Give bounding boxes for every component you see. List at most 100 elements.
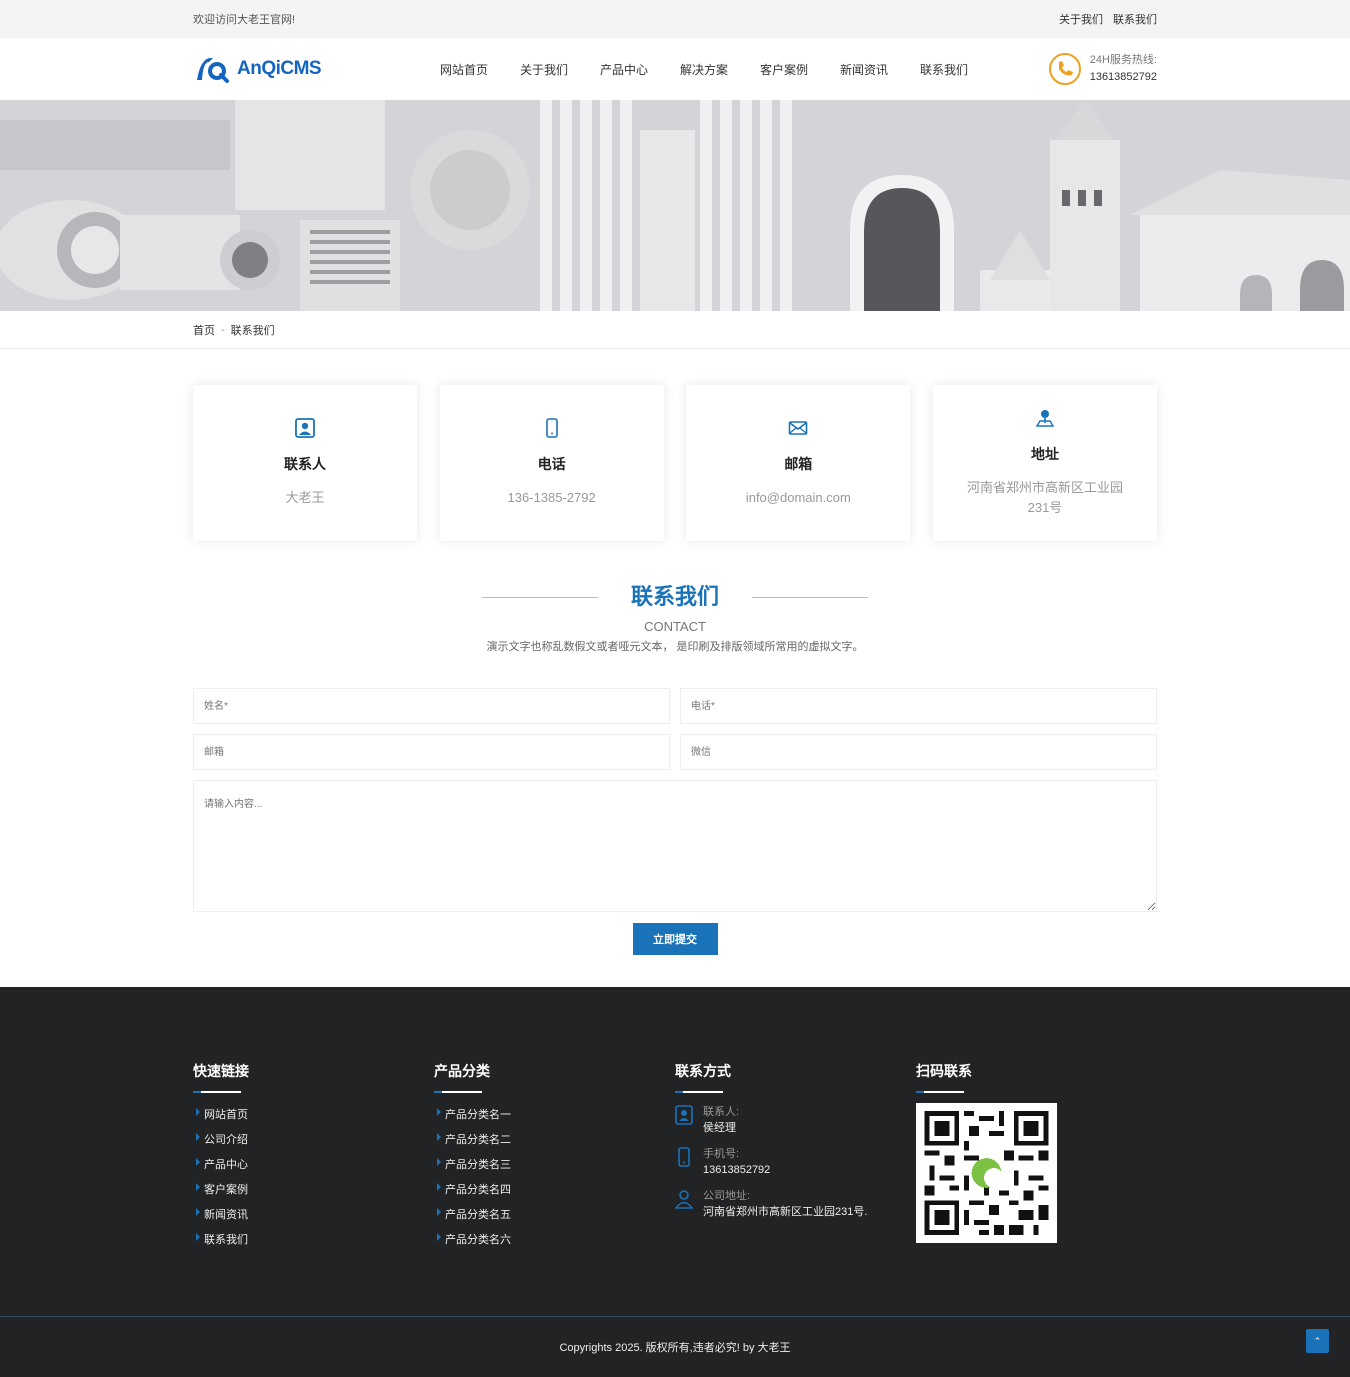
site-logo[interactable]: AnQiCMS [193,54,424,84]
section-description: 演示文字也称乱数假文或者哑元文本， 是印刷及排版领域所常用的虚拟文字。 [486,641,864,653]
welcome-text: 欢迎访问大老王官网! [193,14,296,26]
phone-call-icon [1048,53,1081,85]
contact-form: 立即提交 [193,688,1157,955]
footer-heading: 联系方式 [675,1063,731,1079]
footer-link[interactable]: 新闻资讯 [193,1206,434,1231]
message-textarea[interactable] [193,780,1157,912]
title-line-left [482,597,598,598]
heading-underline [916,1091,964,1093]
card-value: info@domain.com [745,490,851,505]
main-content: 联系人 大老王 电话 136-1385-2792 邮箱 info@domain.… [193,385,1157,955]
bullet-arrow-icon [196,1133,200,1141]
heading-underline [193,1091,241,1093]
contact-cards: 联系人 大老王 电话 136-1385-2792 邮箱 info@domain.… [193,385,1157,541]
bullet-arrow-icon [196,1208,200,1216]
contact-label: 手机号: [703,1148,740,1160]
bullet-arrow-icon [196,1108,200,1116]
hotline-number: 13613852792 [1089,71,1157,83]
page-banner [0,100,1350,311]
footer-contact-mobile: 手机号: 13613852792 [675,1147,916,1179]
contact-label: 公司地址: [703,1190,751,1202]
card-value: 河南省郑州市高新区工业园231号 [966,480,1123,515]
footer-heading: 快速链接 [193,1063,249,1079]
nav-products[interactable]: 产品中心 [584,61,664,78]
name-input[interactable] [193,688,670,724]
card-title: 邮箱 [784,456,813,472]
email-input[interactable] [193,734,670,770]
footer-link[interactable]: 客户案例 [193,1181,434,1206]
breadcrumb-current: 联系我们 [230,325,275,337]
heading-underline [675,1091,723,1093]
contact-value: 13613852792 [703,1164,771,1176]
logo-mark-icon [197,57,229,83]
footer-quick-links: 快速链接 网站首页 公司介绍 产品中心 客户案例 新闻资讯 联系我们 [193,1061,434,1256]
bullet-arrow-icon [437,1108,441,1116]
nav-about[interactable]: 关于我们 [504,61,584,78]
submit-button[interactable]: 立即提交 [632,923,718,955]
section-title: 联系我们 [630,584,719,609]
footer-categories: 产品分类 产品分类名一 产品分类名二 产品分类名三 产品分类名四 产品分类名五 … [434,1061,675,1256]
card-title: 地址 [1030,446,1059,462]
section-subtitle: CONTACT [644,619,706,634]
top-link-contact[interactable]: 联系我们 [1113,11,1157,27]
footer-category-link[interactable]: 产品分类名三 [434,1156,675,1181]
location-icon [1035,410,1055,427]
phone-icon [678,1147,690,1167]
heading-underline [434,1091,482,1093]
hotline: 24H服务热线: 13613852792 [1048,52,1157,86]
footer-category-link[interactable]: 产品分类名二 [434,1131,675,1156]
phone-input[interactable] [680,688,1157,724]
bullet-arrow-icon [437,1233,441,1241]
nav-home[interactable]: 网站首页 [424,61,504,78]
nav-news[interactable]: 新闻资讯 [824,61,904,78]
card-value: 136-1385-2792 [507,490,596,505]
contact-label: 联系人: [703,1106,740,1118]
footer-contact: 联系方式 联系人: 侯经理 手机号: 13613852792 公司地址: 河南省… [675,1061,916,1256]
footer-qr: 扫码联系 [916,1061,1157,1256]
site-footer: 快速链接 网站首页 公司介绍 产品中心 客户案例 新闻资讯 联系我们 产品分类 … [0,987,1350,1377]
footer-link[interactable]: 联系我们 [193,1231,434,1256]
mail-icon [789,421,808,435]
back-to-top-button[interactable]: ⌃ [1306,1329,1329,1353]
banner-illustration [0,100,1350,311]
nav-cases[interactable]: 客户案例 [744,61,824,78]
footer-heading: 扫码联系 [916,1063,972,1079]
footer-bottom: Copyrights 2025. 版权所有,违者必究! by 大老王 [0,1316,1350,1377]
card-phone: 电话 136-1385-2792 [439,385,664,541]
breadcrumb-home[interactable]: 首页 [193,322,215,338]
footer-category-link[interactable]: 产品分类名六 [434,1231,675,1256]
qr-code-icon [924,1111,1049,1235]
footer-category-link[interactable]: 产品分类名四 [434,1181,675,1206]
footer-contact-person: 联系人: 侯经理 [675,1105,916,1137]
card-value: 大老王 [285,490,325,505]
location-icon [675,1190,693,1209]
footer-link[interactable]: 网站首页 [193,1106,434,1131]
copyright-text: Copyrights 2025. 版权所有,违者必究! by 大老王 [559,1342,791,1354]
nav-contact[interactable]: 联系我们 [904,61,984,78]
contact-value: 河南省郑州市高新区工业园231号. [703,1206,868,1218]
card-contact-person: 联系人 大老王 [193,385,417,541]
wechat-input[interactable] [680,734,1157,770]
bullet-arrow-icon [437,1133,441,1141]
top-links: 关于我们 联系我们 [1059,11,1157,27]
footer-heading: 产品分类 [434,1063,490,1079]
contact-person-icon [675,1105,693,1125]
bullet-arrow-icon [437,1208,441,1216]
site-header: AnQiCMS 网站首页 关于我们 产品中心 解决方案 客户案例 新闻资讯 联系… [0,38,1350,100]
footer-category-link[interactable]: 产品分类名五 [434,1206,675,1231]
bullet-arrow-icon [437,1158,441,1166]
top-link-about[interactable]: 关于我们 [1059,11,1103,27]
bullet-arrow-icon [437,1183,441,1191]
bullet-arrow-icon [196,1233,200,1241]
title-line-right [752,597,868,598]
wechat-qr-code [916,1103,1057,1243]
contact-person-icon [295,418,315,438]
card-title: 联系人 [284,456,326,472]
footer-contact-address: 公司地址: 河南省郑州市高新区工业园231号. [675,1189,916,1221]
footer-link[interactable]: 产品中心 [193,1156,434,1181]
footer-category-link[interactable]: 产品分类名一 [434,1106,675,1131]
nav-solutions[interactable]: 解决方案 [664,61,744,78]
footer-link[interactable]: 公司介绍 [193,1131,434,1156]
logo-text: AnQiCMS [237,58,322,79]
breadcrumb: 首页 - 联系我们 [0,311,1350,349]
